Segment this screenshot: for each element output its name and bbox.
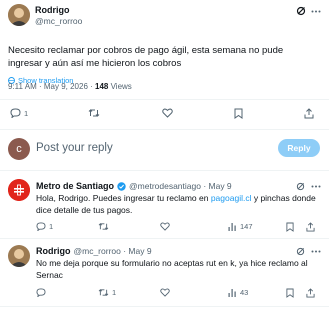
reply-icon [36,288,46,297]
reply-2-like-action[interactable] [160,288,170,297]
heart-icon [160,222,170,231]
reply-2-grok-icon[interactable] [296,247,305,256]
reply-icon [10,108,21,118]
reply-1-more-icon[interactable] [311,185,321,188]
reply-1-reply-count: 1 [49,222,54,231]
reply-input[interactable]: Post your reply [36,142,113,154]
verified-badge-icon [117,181,126,191]
reply-1-header: Metro de Santiago @metrodesantiago · May… [36,181,232,191]
reply-1-text-before: Hola, Rodrigo. Puedes ingresar tu reclam… [36,193,211,203]
reply-1-text: Hola, Rodrigo. Puedes ingresar tu reclam… [36,193,322,216]
reply-1-views-action[interactable]: 147 [228,222,253,231]
reply-1-reply-action[interactable]: 1 [36,222,53,231]
reply-button[interactable]: Reply [278,139,320,157]
reply-1-grok-icon[interactable] [296,182,305,191]
reply-2-text: No me deja porque su formulario no acept… [36,258,308,280]
metro-avatar[interactable] [8,179,30,201]
reply-2-avatar[interactable] [8,245,30,267]
reply-action[interactable]: 1 [10,108,28,118]
author-handle[interactable]: @mc_rorroo [35,16,82,26]
author-avatar[interactable] [8,4,30,26]
pagoagil-link[interactable]: pagoagil.cl [211,193,252,203]
reply-2-header: Rodrigo @mc_rorroo · May 9 [36,246,152,256]
bookmark-icon [286,288,294,298]
reply-2-bookmark-action[interactable] [286,288,294,298]
bookmark-action[interactable] [234,108,243,119]
reply-2-handle[interactable]: @mc_rorroo · May 9 [74,246,152,256]
reply-1-views: 147 [240,222,253,231]
reply-1-like-action[interactable] [160,222,170,231]
reply-2-more-icon[interactable] [311,250,321,253]
author-name[interactable]: Rodrigo [35,5,70,15]
analytics-icon [228,288,237,297]
reply-2-views: 43 [240,288,249,297]
share-icon [304,108,314,119]
reply-2-retweet-count: 1 [112,288,117,297]
reply-1-handle[interactable]: @metrodesantiago · May 9 [129,181,232,191]
analytics-icon [228,222,237,231]
reply-icon [36,222,46,231]
timestamp[interactable]: 9:11 AM · May 9, 2026 · [8,82,95,91]
reply-2-reply-action[interactable] [36,288,46,297]
share-icon [306,222,315,232]
retweet-icon [98,288,109,297]
reply-1-author[interactable]: Metro de Santiago [36,181,114,191]
heart-icon [162,108,173,118]
reply-2-share-action[interactable] [306,288,315,298]
tweet-meta: 9:11 AM · May 9, 2026 · 148 Views [8,82,132,91]
my-avatar[interactable]: c [8,138,30,160]
reply-2-retweet-action[interactable]: 1 [98,288,116,297]
reply-count: 1 [24,108,29,118]
tweet-text: Necesito reclamar por cobros de pago ági… [8,45,284,69]
reply-2-views-action[interactable]: 43 [228,288,248,297]
reply-1-retweet-action[interactable] [98,222,109,231]
like-action[interactable] [162,108,173,118]
retweet-action[interactable] [88,108,100,118]
retweet-icon [98,222,109,231]
bookmark-icon [234,108,243,119]
reply-1-share-action[interactable] [306,222,315,232]
my-avatar-letter: c [16,143,22,155]
share-action[interactable] [304,108,314,119]
grok-icon[interactable] [296,6,306,16]
more-options-icon[interactable] [311,10,321,13]
views-count: 148 [95,82,109,91]
views-label: Views [108,82,132,91]
reply-1-bookmark-action[interactable] [286,222,294,232]
bookmark-icon [286,222,294,232]
heart-icon [160,288,170,297]
share-icon [306,288,315,298]
reply-2-author[interactable]: Rodrigo [36,246,71,256]
retweet-icon [88,108,100,118]
